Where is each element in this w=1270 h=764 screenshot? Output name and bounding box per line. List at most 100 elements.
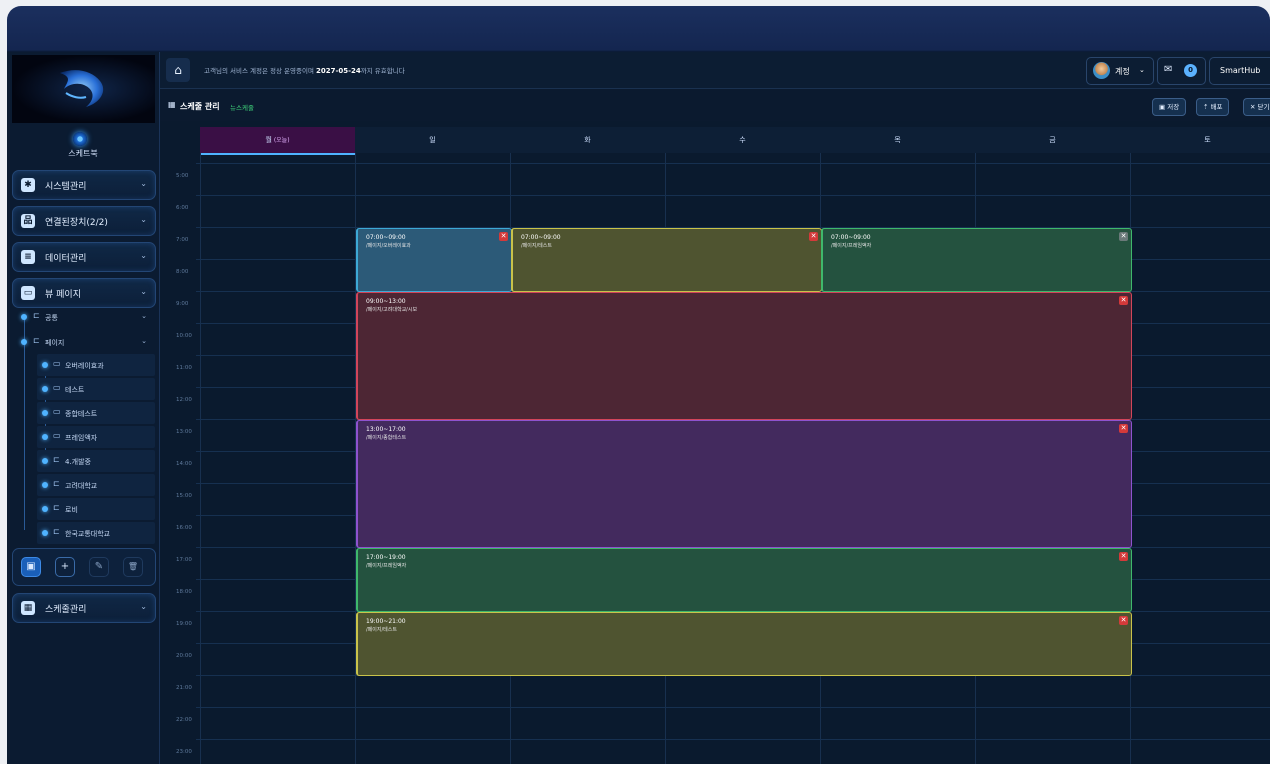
menu-label: 데이터관리 [45,254,87,264]
tree-folder-korea-univ[interactable]: ⊏ 고려대학교 [37,474,155,496]
delete-event-icon[interactable]: ✕ [1119,296,1128,305]
menu-system[interactable]: ✱ 시스템관리 ⌄ [12,170,156,200]
column-divider [200,153,201,764]
close-button[interactable]: ✕ 닫기 [1243,98,1270,116]
account-notice: 고객님의 서비스 계정은 정상 운영중이며 2027-05-24까지 유효합니다 [204,65,405,75]
upload-icon: ⇡ [1203,103,1211,111]
menu-schedule[interactable]: ▦ 스케줄관리 ⌄ [12,593,156,623]
tree-label: 오버레이효과 [65,362,104,370]
sitemap-icon: 品 [21,214,35,228]
save-button[interactable]: ▣ 저장 [1152,98,1187,116]
schedule-event[interactable]: 19:00~21:00/페이지/테스트 ✕ [356,612,1132,676]
day-label: 목 [894,136,901,144]
monitor-icon: ▭ [53,383,61,392]
day-label: 금 [1049,136,1056,144]
schedule-event[interactable]: 09:00~13:00/페이지/고려대학교/시보 ✕ [356,292,1132,420]
tree-label: 한국교통대학교 [65,530,111,538]
user-menu[interactable]: 계정 ⌄ [1086,57,1154,85]
tree-dot [42,482,48,488]
day-header-6[interactable]: 토 [1130,127,1270,153]
hour-label: 16:00 [176,525,192,531]
tree-folder-dev[interactable]: ⊏ 4.개발중 [37,450,155,472]
logo [12,55,155,123]
mail-badge: 0 [1184,64,1197,77]
delete-event-icon[interactable]: ✕ [1119,424,1128,433]
tree-page-frame[interactable]: ▭ 프레임액자 [37,426,155,448]
hour-label: 15:00 [176,493,192,499]
notice-prefix: 고객님의 서비스 계정은 정상 운영중이며 [204,67,316,75]
day-header-5[interactable]: 금 [975,127,1131,153]
close-icon: ✕ [1250,103,1258,111]
tree-page-overlay[interactable]: ▭ 오버레이효과 [37,354,155,376]
tree-page-test[interactable]: ▭ 테스트 [37,378,155,400]
menu-devices[interactable]: 品 연결된장치(2/2) ⌄ [12,206,156,236]
day-header-3[interactable]: 수 [665,127,821,153]
folder-icon: ⊏ [53,503,60,512]
hour-label: 14:00 [176,461,192,467]
hour-label: 8:00 [176,269,189,275]
hour-row-line [196,163,1270,164]
day-header-2[interactable]: 화 [510,127,666,153]
monitor-icon: ▭ [53,407,61,416]
deploy-button[interactable]: ⇡ 배포 [1196,98,1230,116]
schedule-event[interactable]: 07:00~09:00/페이지/프레임액자 ✕ [821,228,1132,292]
tree-dot [42,458,48,464]
tree-folder-transport-univ[interactable]: ⊏ 한국교통대학교 [37,522,155,544]
delete-event-icon[interactable]: ✕ [809,232,818,241]
day-header-0[interactable]: 월 (오늘) [200,127,356,155]
schedule-event[interactable]: 13:00~17:00/페이지/종합테스트 ✕ [356,420,1132,548]
event-page-path: /페이지/오버레이효과 [366,243,411,249]
chevron-down-icon: ⌄ [140,179,147,188]
event-page-path: /페이지/테스트 [521,243,552,249]
database-icon: ≡ [21,250,35,264]
tree-label: 4.개발중 [65,458,91,466]
schedule-event[interactable]: 17:00~19:00/페이지/프레임액자 ✕ [356,548,1132,612]
menu-label: 뷰 페이지 [45,290,81,300]
save-icon: ▣ [1159,103,1168,111]
mail-button[interactable]: ✉ 0 [1157,57,1206,85]
hour-label: 13:00 [176,429,192,435]
add-button[interactable]: + [55,557,75,577]
delete-event-icon[interactable]: ✕ [1119,616,1128,625]
tree-label: 공통 [45,314,58,322]
add-folder-button[interactable]: ▣ [21,557,41,577]
day-header-4[interactable]: 목 [820,127,976,153]
hour-label: 12:00 [176,397,192,403]
tree-folder-lobby[interactable]: ⊏ 로비 [37,498,155,520]
monitor-icon: ▭ [21,286,35,300]
delete-button[interactable]: 🗑 [123,557,143,577]
event-page-path: /페이지/프레임액자 [831,243,872,249]
event-page-path: /페이지/고려대학교/시보 [366,307,418,313]
folder-icon: ⊏ [33,311,40,320]
brand-menu[interactable]: SmartHub [1209,57,1270,85]
tree-toolbar: ▣ + ✎ 🗑 [12,548,156,586]
tree-dot [21,339,27,345]
menu-data[interactable]: ≡ 데이터관리 ⌄ [12,242,156,272]
event-time: 09:00~13:00 [366,298,406,305]
tree-label: 종합테스트 [65,410,98,418]
tree-page-integrated-test[interactable]: ▭ 종합테스트 [37,402,155,424]
hour-label: 11:00 [176,365,192,371]
tree-folder-common[interactable]: ⊏ 공통 ⌄ [21,306,155,328]
delete-event-icon[interactable]: ✕ [1119,552,1128,561]
schedule-event[interactable]: 07:00~09:00/페이지/테스트 ✕ [511,228,822,292]
notice-bar: ⌂ 고객님의 서비스 계정은 정상 운영중이며 2027-05-24까지 유효합… [160,52,1270,89]
tree-dot [42,530,48,536]
logo-mark-icon [60,70,104,107]
day-header-1[interactable]: 일 [355,127,511,153]
tree-folder-page[interactable]: ⊏ 페이지 ⌄ [21,331,155,353]
schedule-event[interactable]: 07:00~09:00/페이지/오버레이효과 ✕ [356,228,512,292]
event-time: 13:00~17:00 [366,426,406,433]
delete-event-icon[interactable]: ✕ [499,232,508,241]
sidebar: 스케트북 ✱ 시스템관리 ⌄ 品 연결된장치(2/2) ⌄ ≡ 데이터관리 ⌄ … [7,52,160,764]
hour-label: 21:00 [176,685,192,691]
profile-name: 스케트북 [68,149,98,158]
weekly-schedule-grid[interactable]: 월 (오늘) 일 화 수 목 금 토 5:00 6:00 7:00 8:00 9:00 10:00 11:… [160,121,1270,764]
profile-icon[interactable] [73,132,87,146]
notice-suffix: 까지 유효합니다 [360,67,405,75]
edit-button[interactable]: ✎ [89,557,109,577]
home-button[interactable]: ⌂ [166,58,190,82]
delete-event-icon[interactable]: ✕ [1119,232,1128,241]
menu-view-page[interactable]: ▭ 뷰 페이지 ⌄ [12,278,156,308]
calendar-icon: ▦ [168,100,176,109]
